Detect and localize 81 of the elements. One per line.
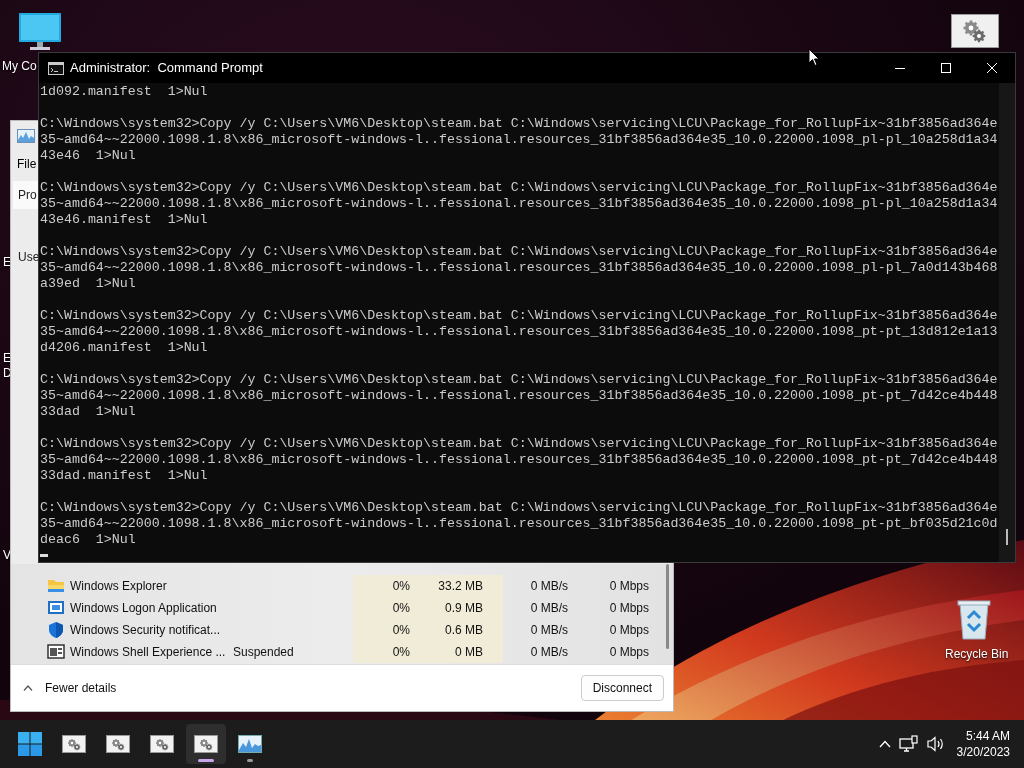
window-title: Administrator: Command Prompt — [70, 59, 263, 78]
console-line: 35~amd64~~22000.1098.1.8\x86_microsoft-windows-l..fessional.resources_31bf3856ad364e35_10.0.22000.1098_pl-pl_10a258d1a34 — [40, 132, 999, 148]
maximize-icon — [941, 63, 951, 73]
console-line: 35~amd64~~22000.1098.1.8\x86_microsoft-windows-l..fessional.resources_31bf3856ad364e35_10.0.22000.1098_pt-pt_13d812e1a13 — [40, 324, 999, 340]
console-line: C:\Windows\system32>Copy /y C:\Users\VM6\Desktop\steam.bat C:\Windows\servicing\LCU\Package_for_RollupFix~31bf3856ad364e — [40, 436, 999, 452]
table-cell-text: 0% — [391, 622, 410, 639]
time-text: 5:44 AM — [965, 728, 1010, 744]
gear-icon — [150, 735, 174, 753]
console-line: deac6 1>Nul — [40, 532, 137, 548]
clock[interactable]: 5:44 AM 3/20/2023 — [948, 728, 1024, 760]
console-line: C:\Windows\system32>Copy /y C:\Users\VM6\Desktop\steam.bat C:\Windows\servicing\LCU\Package_for_RollupFix~31bf3856ad364e — [40, 500, 999, 516]
gear-icon — [951, 14, 999, 48]
network-icon — [898, 735, 919, 753]
gear-icon — [106, 735, 130, 753]
icon-label: E — [3, 351, 11, 365]
shield-icon — [47, 621, 65, 639]
console-line: 43e46.manifest 1>Nul — [40, 212, 209, 228]
icon-label: Recycle Bin — [945, 647, 1009, 661]
console-line: 35~amd64~~22000.1098.1.8\x86_microsoft-windows-l..fessional.resources_31bf3856ad364e35_10.0.22000.1098_pt-pt_bf035d21c0d — [40, 516, 999, 532]
window-icon — [47, 599, 65, 617]
chart-icon — [238, 735, 262, 753]
close-icon — [987, 63, 997, 73]
table-cell-text: 0.6 MB — [444, 622, 483, 639]
table-cell-text: 0 Mbps — [608, 578, 649, 595]
gear-icon — [194, 735, 218, 753]
table-cell-text: 0 Mbps — [608, 622, 649, 639]
table-cell-text: 0.9 MB — [444, 600, 483, 617]
tab[interactable]: Use — [13, 243, 39, 271]
console-line: C:\Windows\system32>Copy /y C:\Users\VM6\Desktop\steam.bat C:\Windows\servicing\LCU\Package_for_RollupFix~31bf3856ad364e — [40, 116, 999, 132]
taskbar-button[interactable] — [186, 724, 226, 764]
tab[interactable]: Pro — [13, 181, 39, 209]
console-line: 43e46 1>Nul — [40, 148, 137, 164]
fewer-details-toggle[interactable]: Fewer details — [23, 679, 117, 697]
table-cell-text: 33.2 MB — [437, 578, 483, 595]
table-cell-text: 0 Mbps — [608, 644, 649, 661]
console-line: 33dad.manifest 1>Nul — [40, 468, 209, 484]
recycle-bin-icon — [956, 598, 992, 640]
console-line: C:\Windows\system32>Copy /y C:\Users\VM6\Desktop\steam.bat C:\Windows\servicing\LCU\Package_for_RollupFix~31bf3856ad364e — [40, 180, 999, 196]
process-name: Windows Shell Experience ... — [70, 644, 227, 661]
scrollbar-thumb — [1006, 529, 1008, 545]
icon-label: My Co — [2, 59, 37, 73]
text-cursor — [40, 554, 48, 557]
console-line: C:\Windows\system32>Copy /y C:\Users\VM6\Desktop\steam.bat C:\Windows\servicing\LCU\Package_for_RollupFix~31bf3856ad364e — [40, 244, 999, 260]
windows-logo-icon — [18, 732, 42, 756]
table-cell-text: 0 MB/s — [529, 622, 568, 639]
table-cell-text: 0% — [391, 644, 410, 661]
computer-icon — [18, 12, 62, 52]
console-line: d4206.manifest 1>Nul — [40, 340, 209, 356]
table-cell-text: 0 MB/s — [529, 644, 568, 661]
menu-item[interactable]: File — [17, 155, 37, 173]
console-line: C:\Windows\system32>Copy /y C:\Users\VM6\Desktop\steam.bat C:\Windows\servicing\LCU\Package_for_RollupFix~31bf3856ad364e — [40, 372, 999, 388]
console-line: 35~amd64~~22000.1098.1.8\x86_microsoft-windows-l..fessional.resources_31bf3856ad364e35_10.0.22000.1098_pt-pt_7d42ce4b448 — [40, 452, 999, 468]
process-name: Windows Logon Application — [70, 600, 218, 617]
console-line: 35~amd64~~22000.1098.1.8\x86_microsoft-windows-l..fessional.resources_31bf3856ad364e35_10.0.22000.1098_pl-pl_7a0d143b468 — [40, 260, 999, 276]
icon-label: V — [3, 548, 11, 562]
console-line: 35~amd64~~22000.1098.1.8\x86_microsoft-windows-l..fessional.resources_31bf3856ad364e35_10.0.22000.1098_pl-pl_10a258d1a34 — [40, 196, 999, 212]
folder-icon — [47, 577, 65, 595]
status-text: Suspended — [233, 644, 295, 661]
volume-icon — [926, 736, 945, 752]
icon-label: E — [3, 255, 11, 269]
console-line: C:\Windows\system32>Copy /y C:\Users\VM6\Desktop\steam.bat C:\Windows\servicing\LCU\Package_for_RollupFix~31bf3856ad364e — [40, 308, 999, 324]
window-icon — [47, 643, 65, 661]
chart-icon — [17, 129, 35, 143]
table-cell-text: 0 MB/s — [529, 578, 568, 595]
table-cell-text: 0% — [391, 578, 410, 595]
table-cell-text: 0 Mbps — [608, 600, 649, 617]
date-text: 3/20/2023 — [956, 744, 1010, 760]
console-line: 35~amd64~~22000.1098.1.8\x86_microsoft-windows-l..fessional.resources_31bf3856ad364e35_10.0.22000.1098_pt-pt_7d42ce4b448 — [40, 388, 999, 404]
table-cell-text: 0 MB/s — [529, 600, 568, 617]
table-cell-text: 0% — [391, 600, 410, 617]
gear-icon — [62, 735, 86, 753]
terminal-icon — [48, 61, 64, 75]
console-line: 33dad 1>Nul — [40, 404, 137, 420]
console-line: 1d092.manifest 1>Nul — [40, 84, 209, 100]
process-name: Windows Explorer — [70, 578, 168, 595]
disconnect-button[interactable]: Disconnect — [580, 675, 664, 701]
table-cell-text: 0 MB — [454, 644, 483, 661]
chevron-up-icon — [23, 685, 33, 691]
process-name: Windows Security notificat... — [70, 622, 222, 639]
console-line: a39ed 1>Nul — [40, 276, 137, 292]
chevron-up-icon — [878, 740, 891, 748]
